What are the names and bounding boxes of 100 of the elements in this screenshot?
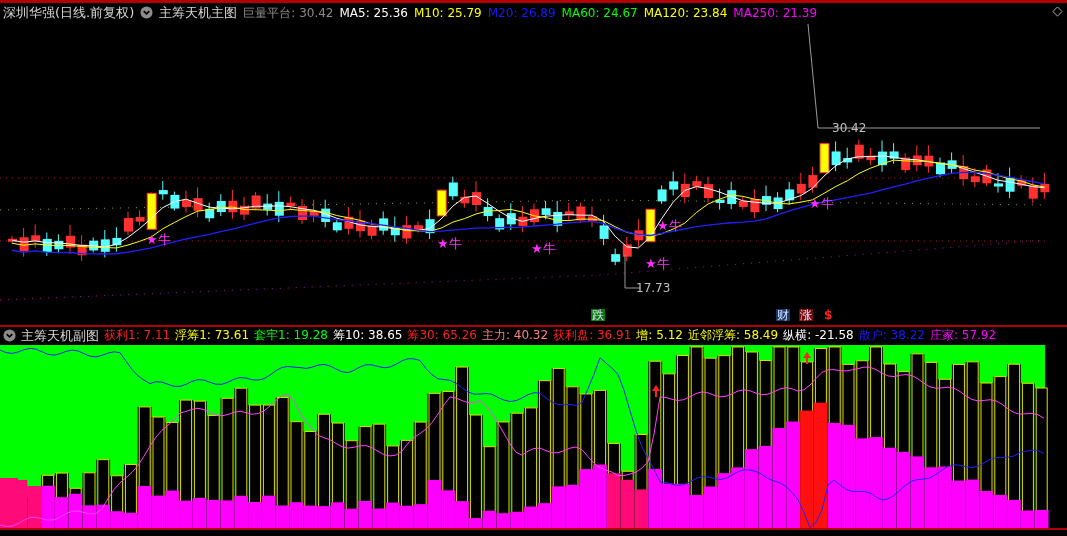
candlestick [773,191,783,213]
up-arrow-icon [803,352,811,364]
candlestick [912,144,922,172]
candlestick [356,209,365,238]
candlestick [994,172,1003,194]
candlestick [425,209,435,240]
candlestick [680,172,690,204]
signal-label: ★牛 [645,257,670,270]
candlestick [274,190,284,223]
indicator-value: 庄家: 57.92 [929,329,997,341]
candlestick [379,210,389,236]
signal-label: ★牛 [531,242,556,255]
candlestick [715,188,725,211]
candlestick [66,224,75,255]
candlestick [460,189,470,209]
indicator-value: M10: 25.79 [413,6,482,19]
dropdown-icon[interactable] [140,6,154,19]
candlestick [1005,167,1015,199]
candlestick [240,196,249,221]
signal-label: ★牛 [146,233,171,246]
candlestick [448,176,458,201]
event-marker[interactable]: $ [824,309,833,321]
candlestick [843,147,853,170]
candlestick [182,190,191,214]
candlestick [298,198,307,225]
indicator-value: MA60: 24.67 [561,6,638,19]
candlestick [286,196,296,211]
candlestick [599,214,609,246]
indicator-value: 巨量平台: 30.42 [243,6,334,19]
diamond-icon[interactable] [1052,6,1063,17]
candlestick [541,200,551,220]
candlestick [669,171,679,196]
stock-title: 深圳华强(日线.前复权) [3,6,135,19]
event-marker[interactable]: 跌 [591,309,605,321]
candlestick [518,205,528,233]
indicator-value: 纵横: -21.58 [783,329,854,341]
candlestick [588,206,597,228]
candlestick [901,152,911,174]
indicator-value: M20: 26.89 [487,6,556,19]
indicator-value: 获利1: 7.11 [104,329,171,341]
candlestick [692,175,702,191]
indicator-name[interactable]: 主筹天机主图 [159,6,238,19]
candlestick [402,215,412,245]
candlestick [808,166,818,194]
candlestick [77,234,87,262]
indicator-value: 获利盘: 36.91 [553,329,632,341]
candlestick [645,208,656,243]
candlestick [936,157,945,178]
candlestick [1040,172,1050,200]
candlestick [216,193,226,217]
candlestick [170,191,180,212]
candlestick [785,181,795,206]
dropdown-icon[interactable] [3,328,16,342]
candlestick [634,218,644,248]
price-label: 17.73 [636,282,671,294]
candlestick [124,211,133,236]
candlestick [112,226,122,253]
candlestick [530,203,539,226]
price-label: 30.42 [832,122,867,134]
candlestick [390,216,400,243]
candlestick [367,219,377,240]
indicator-value: 浮筹1: 73.61 [175,329,250,341]
candlestick [42,232,52,257]
candlestick [8,235,17,245]
candlestick [193,186,203,218]
candlestick [205,202,215,223]
candlestick [819,143,830,174]
candlestick [54,233,64,254]
indicator-value: 近邻浮筹: 58.49 [687,329,779,341]
candlestick [251,191,261,212]
indicator-value: 增: 5.12 [636,329,683,341]
candlestick [31,224,41,249]
candlestick [947,152,957,175]
candlestick [854,139,864,163]
candlestick [831,140,841,172]
candlestick [889,142,899,165]
candlestick [483,197,493,222]
event-marker[interactable]: 财 [776,309,790,321]
candlestick [344,206,354,235]
candlestick [762,185,771,212]
candlestick [657,184,667,205]
candlestick [19,227,29,258]
candlestick [982,164,992,187]
indicator-value: 套牢1: 19.28 [254,329,328,341]
signal-label: ★牛 [437,237,462,250]
indicator-value: MA5: 25.36 [339,6,408,19]
candlestick [576,202,586,224]
candlestick [796,172,806,201]
up-arrow-icon [652,385,660,397]
candlestick [414,221,423,233]
candlestick [436,189,447,217]
indicator-name[interactable]: 主筹天机副图 [21,328,99,342]
indicator-value: 筹10: 38.65 [332,329,403,341]
indicator-value: 主力: 40.32 [481,329,549,341]
candlestick [472,180,481,213]
candlestick [228,189,238,220]
candlestick [263,193,273,217]
event-marker[interactable]: 涨 [799,309,813,321]
indicator-value: 筹30: 65.26 [407,329,477,341]
candlestick [866,147,876,166]
